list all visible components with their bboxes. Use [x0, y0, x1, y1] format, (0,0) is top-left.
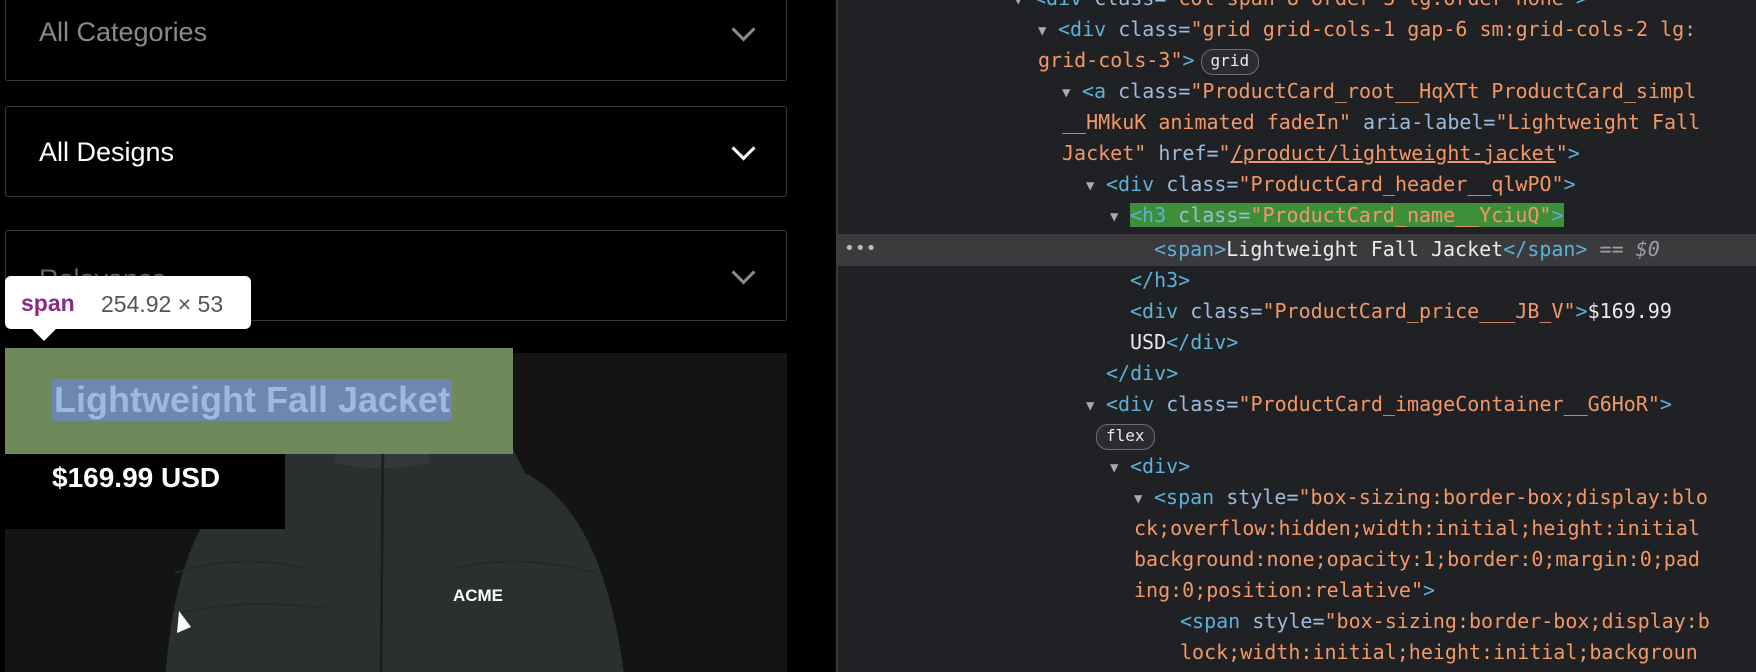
dom-node-line[interactable]: ▼<div class="col-span-8 order-3 lg:order… [1014, 0, 1588, 13]
design-select[interactable]: All Designs [5, 106, 787, 197]
dom-node-line-cont: grid-cols-3"> grid [1038, 46, 1260, 75]
tooltip-tag-name: span [21, 290, 75, 316]
expand-triangle-icon[interactable]: ▼ [1014, 0, 1034, 15]
chevron-down-icon [731, 260, 756, 285]
devtools-elements-panel: ••• ▼<div class="col-span-8 order-3 lg:o… [836, 0, 1756, 672]
dom-node-line[interactable]: ▼ <a class="ProductCard_root__HqXTt Produ… [1062, 77, 1696, 106]
dom-node-line-cont: ing:0;position:relative"> [1134, 578, 1436, 602]
dom-node-line[interactable]: ▼ <span style="box-sizing:border-box;disp… [1134, 483, 1708, 512]
design-select-value: All Designs [39, 137, 175, 167]
expand-triangle-icon[interactable]: ▼ [1086, 392, 1106, 421]
dom-node-line[interactable]: ▼ <div class="grid grid-cols-1 gap-6 sm:g… [1038, 15, 1696, 44]
more-options-icon[interactable]: ••• [844, 238, 877, 259]
category-select[interactable]: All Categories [5, 0, 787, 81]
expand-triangle-icon[interactable]: ▼ [1134, 485, 1154, 514]
expand-triangle-icon[interactable]: ▼ [1086, 172, 1106, 201]
inspector-tooltip: span 254.92 × 53 [5, 276, 251, 341]
expand-triangle-icon[interactable]: ▼ [1110, 203, 1130, 232]
href-link[interactable]: /product/lightweight-jacket [1231, 141, 1556, 165]
dom-node-line-cont: Jacket" href="/product/lightweight-jacke… [1062, 141, 1580, 165]
brand-logo: ACME [453, 586, 503, 605]
flex-badge[interactable]: flex [1096, 424, 1155, 450]
dom-node-line[interactable]: </div> [1106, 359, 1178, 388]
tooltip-dimensions: 254.92 × 53 [101, 291, 224, 317]
dom-node-line-hovered[interactable]: ▼ <h3 class="ProductCard_name__YciuQ"> [1110, 201, 1564, 230]
dom-node-line-cont: ck;overflow:hidden;width:initial;height:… [1134, 516, 1700, 540]
chevron-down-icon [731, 17, 756, 42]
dom-node-line-cont: flex [1090, 421, 1155, 450]
grid-badge[interactable]: grid [1200, 49, 1260, 75]
dom-node-line[interactable]: ▼ <div class="ProductCard_header__qlwPO"> [1086, 170, 1576, 199]
dom-node-line-selected[interactable]: <span>Lightweight Fall Jacket</span> == … [1154, 235, 1660, 264]
expand-triangle-icon[interactable]: ▼ [1110, 454, 1130, 483]
dom-node-line[interactable]: <span style="box-sizing:border-box;displ… [1180, 607, 1710, 636]
expand-triangle-icon[interactable]: ▼ [1062, 79, 1082, 108]
dom-node-line-cont: background:none;opacity:1;border:0;margi… [1134, 547, 1700, 571]
dom-node-line[interactable]: ▼ <div class="ProductCard_imageContainer_… [1086, 390, 1672, 419]
dom-node-line[interactable]: <div class="ProductCard_price___JB_V">$1… [1130, 297, 1672, 326]
tooltip-arrow [31, 328, 57, 341]
product-price: $169.99 USD [52, 462, 221, 493]
expand-triangle-icon[interactable]: ▼ [1038, 17, 1058, 46]
dom-node-line[interactable]: ▼ <div> [1110, 452, 1190, 481]
dom-node-line-cont: lock;width:initial;height:initial;backgr… [1180, 640, 1698, 664]
category-select-value: All Categories [39, 17, 208, 47]
dom-node-line[interactable]: </h3> [1130, 266, 1190, 295]
dom-node-line-cont: __HMkuK animated fadeIn" aria-label="Lig… [1062, 110, 1701, 134]
dom-node-line-cont: USD</div> [1130, 330, 1239, 354]
product-name: Lightweight Fall Jacket [52, 379, 453, 421]
chevron-down-icon [731, 136, 756, 161]
storefront-page: All Categories All Designs Relevance ACM… [0, 0, 836, 672]
